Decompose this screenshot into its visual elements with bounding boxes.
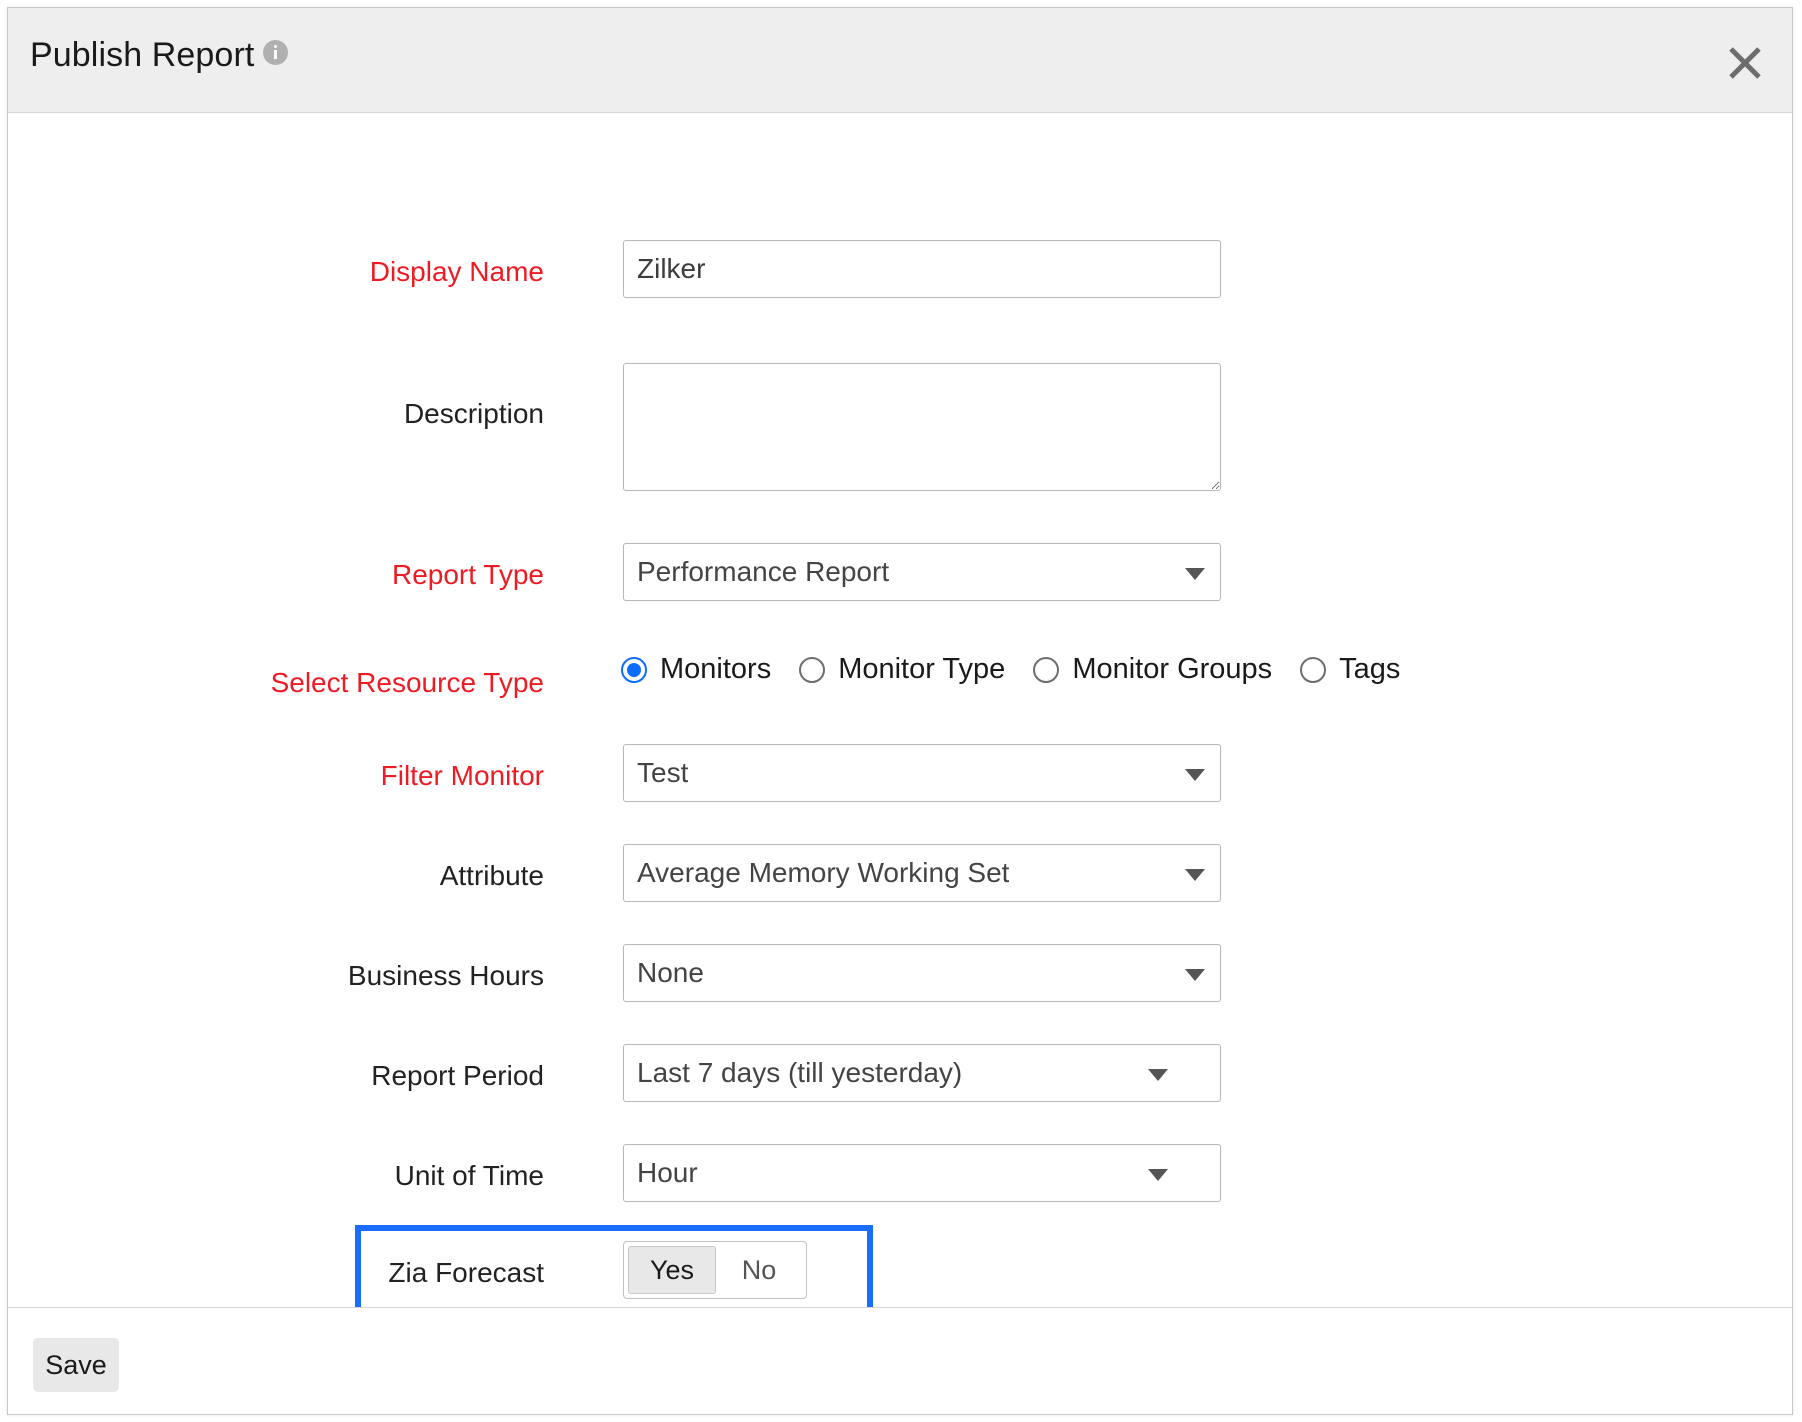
chevron-down-icon: [1185, 769, 1205, 781]
radio-option-monitor-groups[interactable]: Monitor Groups: [1033, 653, 1272, 686]
chevron-down-icon: [1148, 1069, 1168, 1081]
description-label: Description: [7, 398, 544, 430]
chevron-down-icon: [1185, 568, 1205, 580]
display-name-input[interactable]: [623, 240, 1221, 298]
radio-icon: [621, 657, 647, 683]
description-textarea[interactable]: [623, 363, 1221, 491]
filter-monitor-label: Filter Monitor: [7, 760, 544, 792]
resource-type-radio-group: Monitors Monitor Type Monitor Groups Tag…: [621, 653, 1400, 686]
chevron-down-icon: [1185, 869, 1205, 881]
filter-monitor-select[interactable]: Test: [623, 744, 1221, 802]
business-hours-field: None: [623, 944, 1221, 1002]
filter-monitor-value: Test: [637, 745, 688, 801]
display-name-field: [623, 240, 1221, 298]
attribute-value: Average Memory Working Set: [637, 845, 1009, 901]
business-hours-value: None: [637, 945, 704, 1001]
report-type-value: Performance Report: [637, 544, 889, 600]
display-name-label: Display Name: [7, 256, 544, 288]
zia-forecast-no-option[interactable]: No: [716, 1246, 802, 1294]
dialog-body: Display Name Description Report Type Per…: [8, 113, 1792, 1307]
zia-forecast-label: Zia Forecast: [7, 1257, 544, 1289]
save-button[interactable]: Save: [33, 1338, 119, 1392]
zia-forecast-toggle[interactable]: Yes No: [623, 1241, 807, 1299]
dialog-footer: Save: [8, 1307, 1792, 1414]
radio-icon: [1033, 657, 1059, 683]
radio-option-label: Monitor Groups: [1072, 653, 1272, 686]
attribute-select[interactable]: Average Memory Working Set: [623, 844, 1221, 902]
publish-report-dialog: Publish Report Display Name Description: [7, 7, 1793, 1415]
dialog-header: Publish Report: [8, 8, 1792, 113]
attribute-label: Attribute: [7, 860, 544, 892]
radio-option-label: Tags: [1339, 653, 1400, 686]
unit-of-time-value: Hour: [637, 1145, 698, 1201]
report-period-value: Last 7 days (till yesterday): [637, 1045, 962, 1101]
chevron-down-icon: [1148, 1169, 1168, 1181]
info-icon[interactable]: [263, 40, 288, 65]
description-field: [623, 363, 1221, 496]
radio-option-label: Monitors: [660, 653, 771, 686]
radio-option-monitors[interactable]: Monitors: [621, 653, 771, 686]
resource-type-label: Select Resource Type: [7, 667, 544, 699]
zia-forecast-yes-option[interactable]: Yes: [628, 1246, 716, 1294]
radio-option-tags[interactable]: Tags: [1300, 653, 1400, 686]
unit-of-time-field: Hour: [623, 1144, 1221, 1202]
attribute-field: Average Memory Working Set: [623, 844, 1221, 902]
radio-option-monitor-type[interactable]: Monitor Type: [799, 653, 1005, 686]
dialog-title-text: Publish Report: [30, 36, 254, 74]
radio-icon: [799, 657, 825, 683]
close-icon[interactable]: [1723, 41, 1767, 85]
radio-option-label: Monitor Type: [838, 653, 1005, 686]
page-title: Publish Report: [30, 36, 288, 75]
unit-of-time-label: Unit of Time: [7, 1160, 544, 1192]
report-period-select[interactable]: Last 7 days (till yesterday): [623, 1044, 1221, 1102]
report-period-label: Report Period: [7, 1060, 544, 1092]
screen: Publish Report Display Name Description: [0, 0, 1802, 1422]
report-type-select[interactable]: Performance Report: [623, 543, 1221, 601]
report-type-field: Performance Report: [623, 543, 1221, 601]
filter-monitor-field: Test: [623, 744, 1221, 802]
business-hours-label: Business Hours: [7, 960, 544, 992]
radio-icon: [1300, 657, 1326, 683]
report-type-label: Report Type: [7, 559, 544, 591]
unit-of-time-select[interactable]: Hour: [623, 1144, 1221, 1202]
business-hours-select[interactable]: None: [623, 944, 1221, 1002]
chevron-down-icon: [1185, 969, 1205, 981]
report-period-field: Last 7 days (till yesterday): [623, 1044, 1221, 1102]
